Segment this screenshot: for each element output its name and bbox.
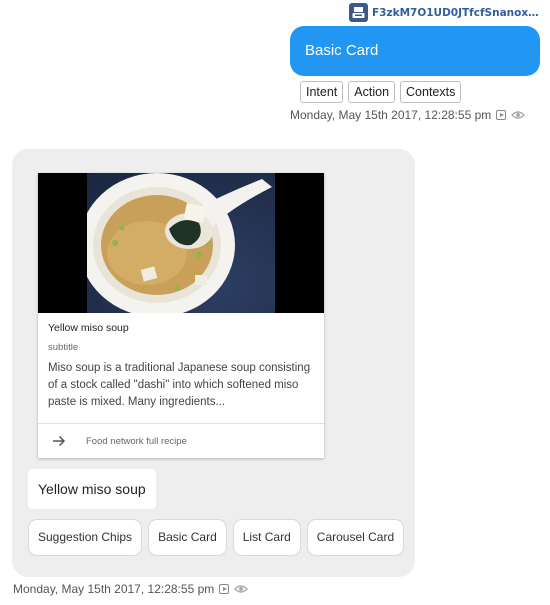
- user-id-line: F3zkM7O1UD0JTfcfSnanoxhyGSK...: [349, 3, 542, 22]
- user-message-text: Basic Card: [305, 42, 379, 59]
- eye-icon[interactable]: [511, 110, 526, 120]
- card-link-text: Food network full recipe: [86, 435, 187, 447]
- bot-response-panel: Yellow miso soup subtitle Miso soup is a…: [12, 149, 415, 577]
- chat-page: F3zkM7O1UD0JTfcfSnanoxhyGSK... Basic Car…: [0, 0, 550, 605]
- card-link-button[interactable]: Food network full recipe: [38, 424, 324, 458]
- suggestion-chips: Suggestion Chips Basic Card List Card Ca…: [28, 519, 405, 556]
- timestamp-text: Monday, May 15th 2017, 12:28:55 pm: [290, 108, 492, 122]
- play-icon[interactable]: [496, 110, 507, 120]
- play-icon[interactable]: [219, 584, 230, 594]
- simple-response-text: Yellow miso soup: [38, 481, 146, 497]
- timestamp-text: Monday, May 15th 2017, 12:28:55 pm: [13, 582, 215, 596]
- action-tag[interactable]: Action: [348, 81, 396, 103]
- intent-tag[interactable]: Intent: [300, 81, 344, 103]
- card-image: [38, 173, 324, 313]
- card-description: Miso soup is a traditional Japanese soup…: [48, 362, 311, 408]
- chip-carousel-card[interactable]: Carousel Card: [306, 519, 405, 556]
- basic-card: Yellow miso soup subtitle Miso soup is a…: [38, 173, 324, 458]
- arrow-right-icon: [53, 435, 66, 447]
- eye-icon[interactable]: [234, 584, 249, 594]
- bot-message-timestamp: Monday, May 15th 2017, 12:28:55 pm: [13, 582, 249, 596]
- card-subtitle: subtitle: [48, 342, 79, 353]
- chip-basic-card[interactable]: Basic Card: [148, 519, 227, 556]
- contexts-tag[interactable]: Contexts: [400, 81, 462, 103]
- chip-suggestion-chips[interactable]: Suggestion Chips: [28, 519, 143, 556]
- card-title: Yellow miso soup: [48, 322, 129, 334]
- simple-response-bubble: Yellow miso soup: [28, 469, 156, 509]
- user-message-bubble: Basic Card: [290, 26, 540, 76]
- miso-soup-photo: [79, 173, 275, 313]
- user-message-timestamp: Monday, May 15th 2017, 12:28:55 pm: [290, 108, 526, 122]
- user-avatar-icon: [349, 3, 368, 22]
- debug-tags: Intent Action Contexts: [300, 81, 462, 103]
- user-id[interactable]: F3zkM7O1UD0JTfcfSnanoxhyGSK...: [372, 7, 542, 19]
- chip-list-card[interactable]: List Card: [232, 519, 301, 556]
